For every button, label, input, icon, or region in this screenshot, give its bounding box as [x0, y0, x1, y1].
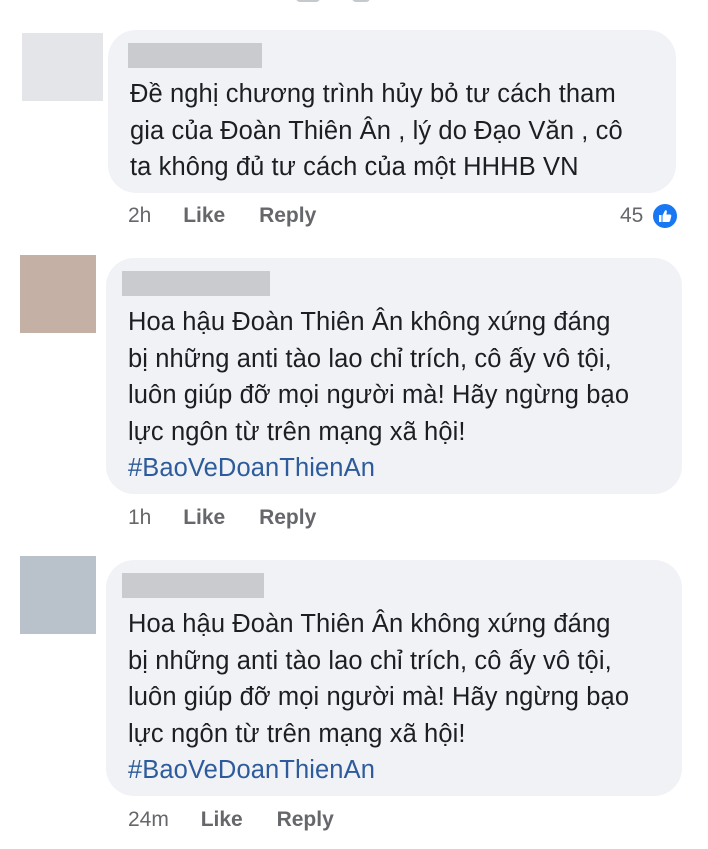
like-button[interactable]: Like [201, 808, 243, 831]
comment-text-line: lực ngôn từ trên mạng xã hội! [128, 719, 466, 748]
comment-timestamp[interactable]: 1h [128, 506, 151, 529]
comment-text-line: bị những anti tào lao chỉ trích, cô ấy v… [128, 646, 612, 675]
like-button[interactable]: Like [183, 506, 225, 529]
cutoff-fragment [352, 0, 370, 2]
comment-bubble: Hoa hậu Đoàn Thiên Ân không xứng đáng bị… [106, 258, 682, 494]
comment-text-line: lực ngôn từ trên mạng xã hội! [128, 417, 466, 446]
thumbs-up-icon [651, 202, 680, 230]
comment-bubble: Hoa hậu Đoàn Thiên Ân không xứng đáng bị… [106, 560, 682, 796]
comment-actions: 24m Like Reply [128, 808, 334, 832]
comment-actions: 1h Like Reply [128, 506, 316, 530]
redacted-author-name[interactable] [128, 43, 262, 68]
comment-text-line: ta không đủ tư cách của một HHHB VN [130, 153, 579, 181]
reaction-summary[interactable]: 45 [620, 202, 680, 230]
avatar[interactable] [22, 33, 103, 101]
avatar[interactable] [20, 255, 96, 333]
redacted-author-name[interactable] [122, 573, 264, 598]
comment-actions: 2h Like Reply [128, 204, 316, 228]
avatar[interactable] [20, 556, 96, 634]
comment-timestamp[interactable]: 2h [128, 204, 151, 227]
comment-timestamp[interactable]: 24m [128, 808, 169, 831]
reply-button[interactable]: Reply [259, 506, 316, 529]
comment-text-line: luôn giúp đỡ mọi người mà! Hãy ngừng bạo [128, 683, 630, 711]
comment-text-line: Hoa hậu Đoàn Thiên Ân không xứng đáng [128, 308, 611, 336]
redacted-author-name[interactable] [122, 271, 270, 296]
reaction-count: 45 [620, 204, 644, 227]
comment-text: Hoa hậu Đoàn Thiên Ân không xứng đáng bị… [128, 606, 629, 789]
reply-button[interactable]: Reply [277, 808, 334, 831]
reply-button[interactable]: Reply [259, 204, 316, 227]
hashtag-link[interactable]: #BaoVeDoanThienAn [128, 450, 629, 487]
cutoff-fragment [296, 0, 320, 2]
comment-text: Đề nghị chương trình hủy bỏ tư cách tham… [130, 76, 623, 186]
comment-text-line: Hoa hậu Đoàn Thiên Ân không xứng đáng [128, 610, 611, 638]
comment-text-line: Đề nghị chương trình hủy bỏ tư cách tham [130, 80, 616, 108]
comment-text-line: luôn giúp đỡ mọi người mà! Hãy ngừng bạo [128, 381, 630, 409]
hashtag-link[interactable]: #BaoVeDoanThienAn [128, 752, 629, 789]
like-button[interactable]: Like [183, 204, 225, 227]
comment-text: Hoa hậu Đoàn Thiên Ân không xứng đáng bị… [128, 304, 629, 487]
comment-bubble: Đề nghị chương trình hủy bỏ tư cách tham… [108, 30, 676, 193]
comment-text-line: bị những anti tào lao chỉ trích, cô ấy v… [128, 344, 612, 373]
comment-text-line: gia của Đoàn Thiên Ân , lý do Đạo Văn , … [130, 116, 623, 145]
